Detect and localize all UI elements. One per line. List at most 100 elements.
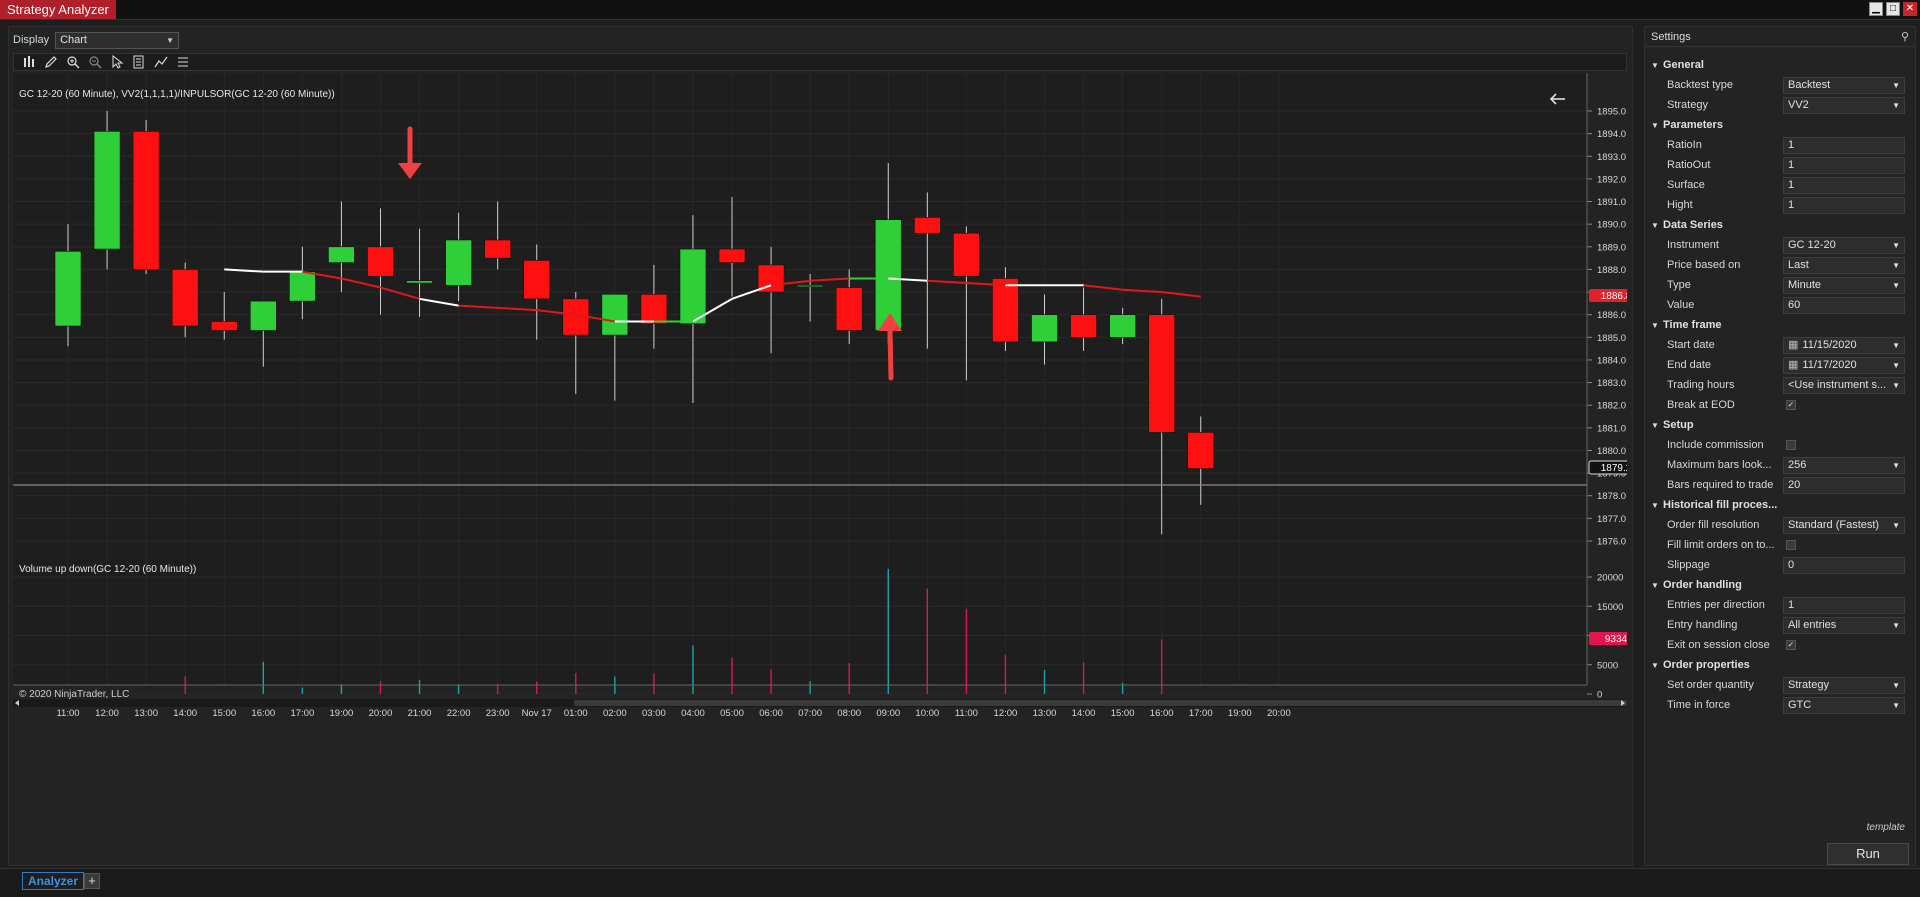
property-dropdown[interactable]: Strategy ▼ [1783,676,1905,694]
property-dropdown[interactable]: <Use instrument s... ▼ [1783,376,1905,394]
property-label: RatioOut [1667,159,1711,171]
display-select[interactable]: Chart ▼ [55,31,180,49]
properties-icon[interactable] [132,55,146,69]
section-header[interactable]: ▼ Parameters [1645,115,1917,135]
close-button[interactable]: ✕ [1903,2,1917,16]
minimize-button[interactable]: ▁ [1869,2,1883,16]
property-input[interactable]: 1 [1783,136,1905,154]
time-tick-label: 16:00 [251,708,275,719]
candle-body [250,300,277,331]
property-dropdown[interactable]: Last ▼ [1783,256,1905,274]
time-tick-label: 01:00 [564,708,588,719]
collapse-triangle-icon[interactable]: ▼ [1651,56,1663,76]
property-dropdown[interactable]: GC 12-20 ▼ [1783,236,1905,254]
calendar-icon[interactable]: ▦ [1788,339,1798,351]
property-dropdown[interactable]: All entries ▼ [1783,616,1905,634]
collapse-triangle-icon[interactable]: ▼ [1651,116,1663,136]
chevron-down-icon: ▼ [1892,680,1900,690]
property-date-picker[interactable]: ▦ 11/17/2020 ▼ [1783,356,1905,374]
property-checkbox[interactable]: ✓ [1786,400,1796,410]
section-header[interactable]: ▼ Setup [1645,415,1917,435]
section-header[interactable]: ▼ Order handling [1645,575,1917,595]
pointer-icon[interactable] [110,54,124,69]
settings-panel: Settings ⚲ ▼ General Backtest type Backtest… [1644,26,1916,866]
property-input[interactable]: 1 [1783,176,1905,194]
pin-icon[interactable]: ⚲ [1901,27,1909,47]
candle-body [992,278,1019,343]
bar-type-icon[interactable] [22,55,36,69]
data-box-icon[interactable] [176,55,190,69]
section-header[interactable]: ▼ Data Series [1645,215,1917,235]
pencil-icon[interactable] [44,55,58,69]
horizontal-scrollbar[interactable] [13,699,1634,707]
property-input[interactable]: 60 [1783,296,1905,314]
collapse-triangle-icon[interactable]: ▼ [1651,416,1663,436]
section-header[interactable]: ▼ Order properties [1645,655,1917,675]
section-header[interactable]: ▼ General [1645,55,1917,75]
tab-analyzer[interactable]: Analyzer [22,872,85,890]
property-value: GTC [1788,698,1812,711]
price-tick-label: 1892.0 [1597,174,1626,185]
add-tab-button[interactable]: + [84,873,100,889]
property-dropdown[interactable]: GTC ▼ [1783,696,1905,714]
property-checkbox[interactable]: ✓ [1786,640,1796,650]
property-label: Price based on [1667,259,1741,271]
collapse-triangle-icon[interactable]: ▼ [1651,496,1663,516]
time-tick-label: 14:00 [1072,708,1096,719]
property-label: Fill limit orders on to... [1667,539,1775,551]
calendar-icon[interactable]: ▦ [1788,359,1798,371]
property-dropdown[interactable]: VV2 ▼ [1783,96,1905,114]
chart-area[interactable]: 1895.0 1894.0 1893.0 1892.0 1891.0 1890.0 1889… [13,73,1644,869]
property-value: Strategy [1788,678,1829,691]
zoom-in-icon[interactable] [66,55,80,69]
time-tick-label: 11:00 [56,708,79,719]
property-input[interactable]: 20 [1783,476,1905,494]
property-label: Bars required to trade [1667,479,1774,491]
property-input[interactable]: 1 [1783,156,1905,174]
property-input[interactable]: 1 [1783,196,1905,214]
property-label: Exit on session close [1667,639,1770,651]
zoom-out-icon[interactable] [88,55,102,69]
indicators-icon[interactable] [154,55,168,69]
property-input[interactable]: 1 [1783,596,1905,614]
collapse-triangle-icon[interactable]: ▼ [1651,216,1663,236]
time-tick-label: 08:00 [837,708,861,719]
collapse-triangle-icon[interactable]: ▼ [1651,576,1663,596]
price-volume-chart[interactable]: 1895.0 1894.0 1893.0 1892.0 1891.0 1890.0 1889… [13,73,1644,869]
candle-body [406,280,433,284]
price-tick-label: 1890.0 [1597,220,1626,231]
property-row: Fill limit orders on to... [1645,535,1917,555]
candle-body [93,131,121,250]
candle-body [210,321,238,331]
collapse-triangle-icon[interactable]: ▼ [1651,316,1663,336]
property-value: 60 [1788,298,1801,311]
property-dropdown[interactable]: Backtest ▼ [1783,76,1905,94]
property-label: Maximum bars look... [1667,459,1772,471]
property-dropdown[interactable]: 256 ▼ [1783,456,1905,474]
property-checkbox[interactable] [1786,540,1796,550]
time-tick-label: 20:00 [369,708,393,719]
property-dropdown[interactable]: Minute ▼ [1783,276,1905,294]
settings-title: Settings [1651,31,1691,43]
property-dropdown[interactable]: Standard (Fastest) ▼ [1783,516,1905,534]
property-checkbox[interactable] [1786,440,1796,450]
property-date-picker[interactable]: ▦ 11/15/2020 ▼ [1783,336,1905,354]
price-tick-label: 1888.0 [1597,265,1626,276]
cursor-price-label: 1879.2 [1601,463,1627,474]
section-header[interactable]: ▼ Time frame [1645,315,1917,335]
section-header[interactable]: ▼ Historical fill proces... [1645,495,1917,515]
property-input[interactable]: 0 [1783,556,1905,574]
volume-tick-label: 15000 [1597,602,1623,613]
time-tick-label: 17:00 [290,708,314,719]
maximize-button[interactable]: □ [1886,2,1900,16]
display-select-value: Chart [60,34,87,46]
price-tick-label: 1883.0 [1597,378,1626,389]
section-title: Historical fill proces... [1663,499,1778,511]
time-tick-label: 23:00 [486,708,510,719]
property-label: Backtest type [1667,79,1734,91]
property-row: Include commission [1645,435,1917,455]
run-button[interactable]: Run [1827,843,1909,865]
template-label: template [1866,822,1905,833]
collapse-triangle-icon[interactable]: ▼ [1651,656,1663,676]
price-tick-label: 1886.0 [1597,310,1626,321]
